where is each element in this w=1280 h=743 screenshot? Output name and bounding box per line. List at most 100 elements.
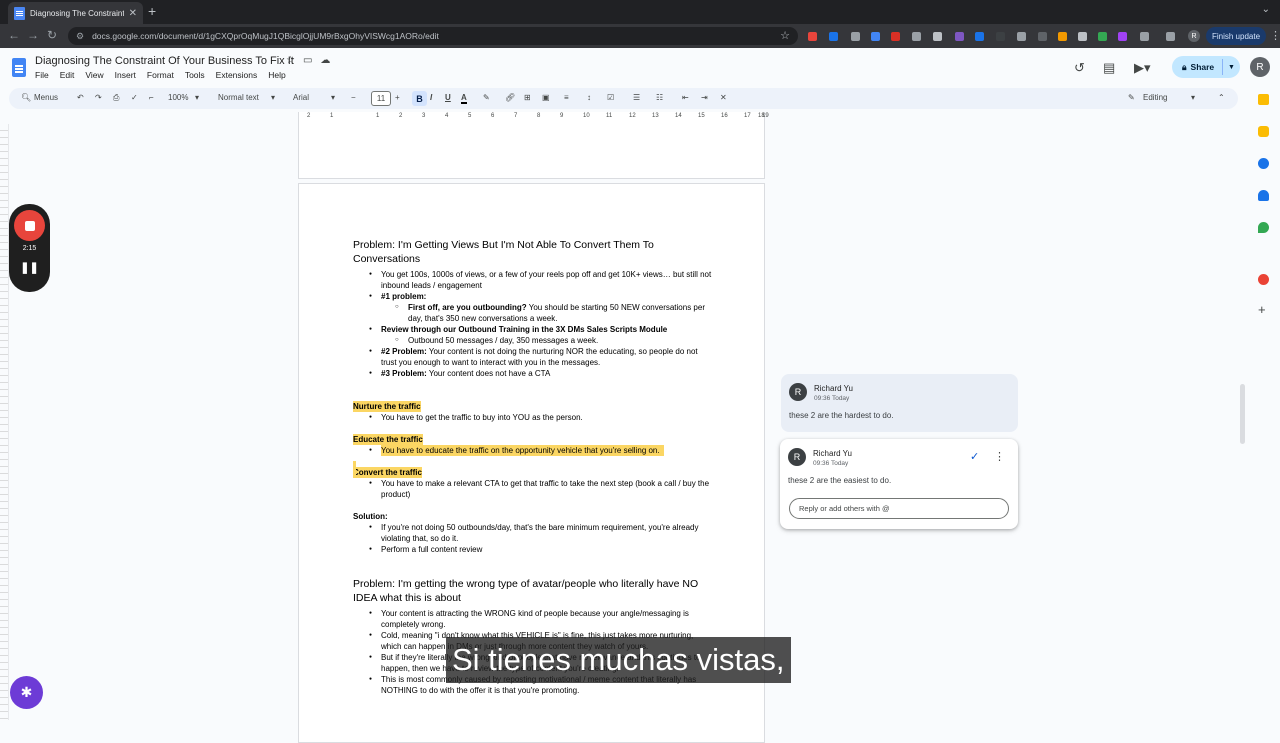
style-select[interactable]: Normal text — [218, 93, 259, 102]
star-icon[interactable]: ☆ — [286, 55, 295, 66]
extension-icon[interactable] — [891, 32, 900, 41]
contacts-icon[interactable] — [1258, 190, 1269, 201]
docs-logo-icon[interactable] — [12, 58, 26, 77]
chevron-down-icon[interactable]: ▾ — [195, 93, 199, 102]
menu-extensions[interactable]: Extensions — [216, 70, 258, 80]
side-panel-icon[interactable] — [1166, 32, 1175, 41]
close-tab-icon[interactable]: ✕ — [129, 8, 137, 19]
extension-icon[interactable] — [1078, 32, 1087, 41]
extension-icon[interactable] — [1017, 32, 1026, 41]
pause-icon[interactable]: ❚❚ — [9, 261, 50, 274]
font-size-input[interactable]: 11 — [371, 91, 391, 106]
menu-view[interactable]: View — [85, 70, 103, 80]
add-addon-icon[interactable]: + — [1258, 302, 1266, 317]
reply-input[interactable]: Reply or add others with @ — [789, 498, 1009, 519]
account-avatar[interactable]: R — [1250, 57, 1270, 77]
menus-search[interactable]: Menus — [34, 93, 58, 102]
underline-button[interactable]: U — [445, 93, 451, 102]
address-bar[interactable]: ⚙ docs.google.com/document/d/1gCXQprOqMu… — [68, 27, 798, 45]
calendar-icon[interactable] — [1258, 94, 1269, 105]
document-body[interactable]: Problem: I'm Getting Views But I'm Not A… — [353, 238, 713, 696]
site-info-icon[interactable]: ⚙ — [76, 31, 84, 42]
tasks-icon[interactable] — [1258, 158, 1269, 169]
share-button[interactable]: 🔒︎ Share ▼ — [1172, 56, 1240, 78]
move-folder-icon[interactable]: ▭ — [303, 55, 312, 66]
version-history-icon[interactable]: ↺ — [1074, 60, 1085, 76]
align-icon[interactable]: ≡ — [564, 93, 569, 102]
chevron-down-icon[interactable]: ▾ — [1191, 93, 1195, 102]
back-icon[interactable]: ← — [8, 28, 20, 42]
highlight-icon[interactable]: ✎ — [483, 93, 490, 102]
resolve-check-icon[interactable]: ✓ — [970, 450, 979, 463]
bulleted-list-icon[interactable]: ☰ — [633, 93, 640, 102]
browser-menu-icon[interactable]: ⋮ — [1270, 29, 1280, 42]
decrease-font-size-icon[interactable]: − — [351, 93, 356, 102]
extension-icon[interactable] — [912, 32, 921, 41]
chevron-down-icon[interactable]: ▾ — [331, 93, 335, 102]
menu-format[interactable]: Format — [147, 70, 174, 80]
meet-video-icon[interactable]: ▶▾ — [1134, 60, 1151, 76]
extension-icon[interactable] — [871, 32, 880, 41]
stop-recording-button[interactable] — [14, 210, 45, 241]
browser-tab[interactable]: Diagnosing The Constraint Of ✕ — [8, 2, 143, 24]
comment-card[interactable]: R Richard Yu 09:36 Today these 2 are the… — [781, 374, 1018, 432]
comments-icon[interactable]: ▤ — [1103, 60, 1115, 76]
text-color-icon[interactable]: A — [461, 93, 467, 104]
clear-formatting-icon[interactable]: ✕ — [720, 93, 727, 102]
tab-search-icon[interactable]: ⌄ — [1262, 4, 1270, 15]
paint-format-icon[interactable]: ⌐ — [149, 93, 154, 102]
extension-icon[interactable] — [996, 32, 1005, 41]
addon-icon[interactable] — [1258, 274, 1269, 285]
numbered-list-icon[interactable]: ☷ — [656, 93, 663, 102]
increase-font-size-icon[interactable]: + — [395, 93, 400, 102]
menu-insert[interactable]: Insert — [115, 70, 136, 80]
chevron-down-icon[interactable]: ▼ — [1228, 64, 1235, 71]
bookmark-star-icon[interactable]: ☆ — [780, 29, 790, 42]
extension-icon[interactable] — [933, 32, 942, 41]
extension-icon[interactable] — [975, 32, 984, 41]
font-select[interactable]: Arial — [293, 93, 309, 102]
document-title[interactable]: Diagnosing The Constraint Of Your Busine… — [35, 55, 294, 67]
bold-button[interactable]: B — [412, 91, 427, 106]
reload-icon[interactable]: ↻ — [47, 28, 57, 42]
add-comment-icon[interactable]: ⊞ — [524, 93, 531, 102]
decrease-indent-icon[interactable]: ⇤ — [682, 93, 689, 102]
maps-icon[interactable] — [1258, 222, 1269, 233]
increase-indent-icon[interactable]: ⇥ — [701, 93, 708, 102]
finish-update-button[interactable]: Finish update — [1206, 27, 1266, 45]
extension-icon[interactable] — [829, 32, 838, 41]
extension-icon[interactable] — [1118, 32, 1127, 41]
italic-button[interactable]: I — [430, 93, 432, 102]
spellcheck-icon[interactable]: ✓ — [131, 93, 138, 102]
extensions-puzzle-icon[interactable] — [1140, 32, 1149, 41]
search-icon[interactable]: 🔍︎ — [21, 93, 31, 102]
chevron-down-icon[interactable]: ▾ — [271, 93, 275, 102]
menu-file[interactable]: File — [35, 70, 49, 80]
menu-tools[interactable]: Tools — [185, 70, 205, 80]
profile-avatar[interactable]: R — [1188, 30, 1200, 42]
cloud-saved-icon[interactable]: ☁ — [320, 55, 330, 66]
link-icon[interactable]: 🔗︎ — [505, 93, 515, 102]
checklist-icon[interactable]: ☑ — [607, 93, 614, 102]
print-icon[interactable]: ⎙ — [113, 93, 119, 103]
redo-icon[interactable]: ↷ — [95, 93, 102, 102]
menu-help[interactable]: Help — [268, 70, 285, 80]
extension-icon[interactable] — [1058, 32, 1067, 41]
scrollbar[interactable] — [1240, 384, 1245, 444]
extension-icon[interactable] — [1098, 32, 1107, 41]
zoom-select[interactable]: 100% — [168, 93, 188, 102]
hide-menus-icon[interactable]: ⌃ — [1218, 93, 1225, 102]
extension-icon[interactable] — [955, 32, 964, 41]
undo-icon[interactable]: ↶ — [77, 93, 84, 102]
extension-icon[interactable] — [1038, 32, 1047, 41]
comment-card-active[interactable]: R Richard Yu 09:36 Today ✓ ⋮ these 2 are… — [780, 439, 1018, 529]
editing-mode-select[interactable]: Editing — [1143, 93, 1167, 102]
extension-icon[interactable] — [851, 32, 860, 41]
new-tab-button[interactable]: + — [148, 3, 156, 19]
insert-image-icon[interactable]: ▣ — [542, 93, 550, 102]
line-spacing-icon[interactable]: ↕ — [587, 93, 591, 102]
forward-icon[interactable]: → — [27, 28, 39, 42]
menu-edit[interactable]: Edit — [60, 70, 75, 80]
keep-icon[interactable] — [1258, 126, 1269, 137]
assistant-bubble-icon[interactable]: ✱ — [10, 676, 43, 709]
